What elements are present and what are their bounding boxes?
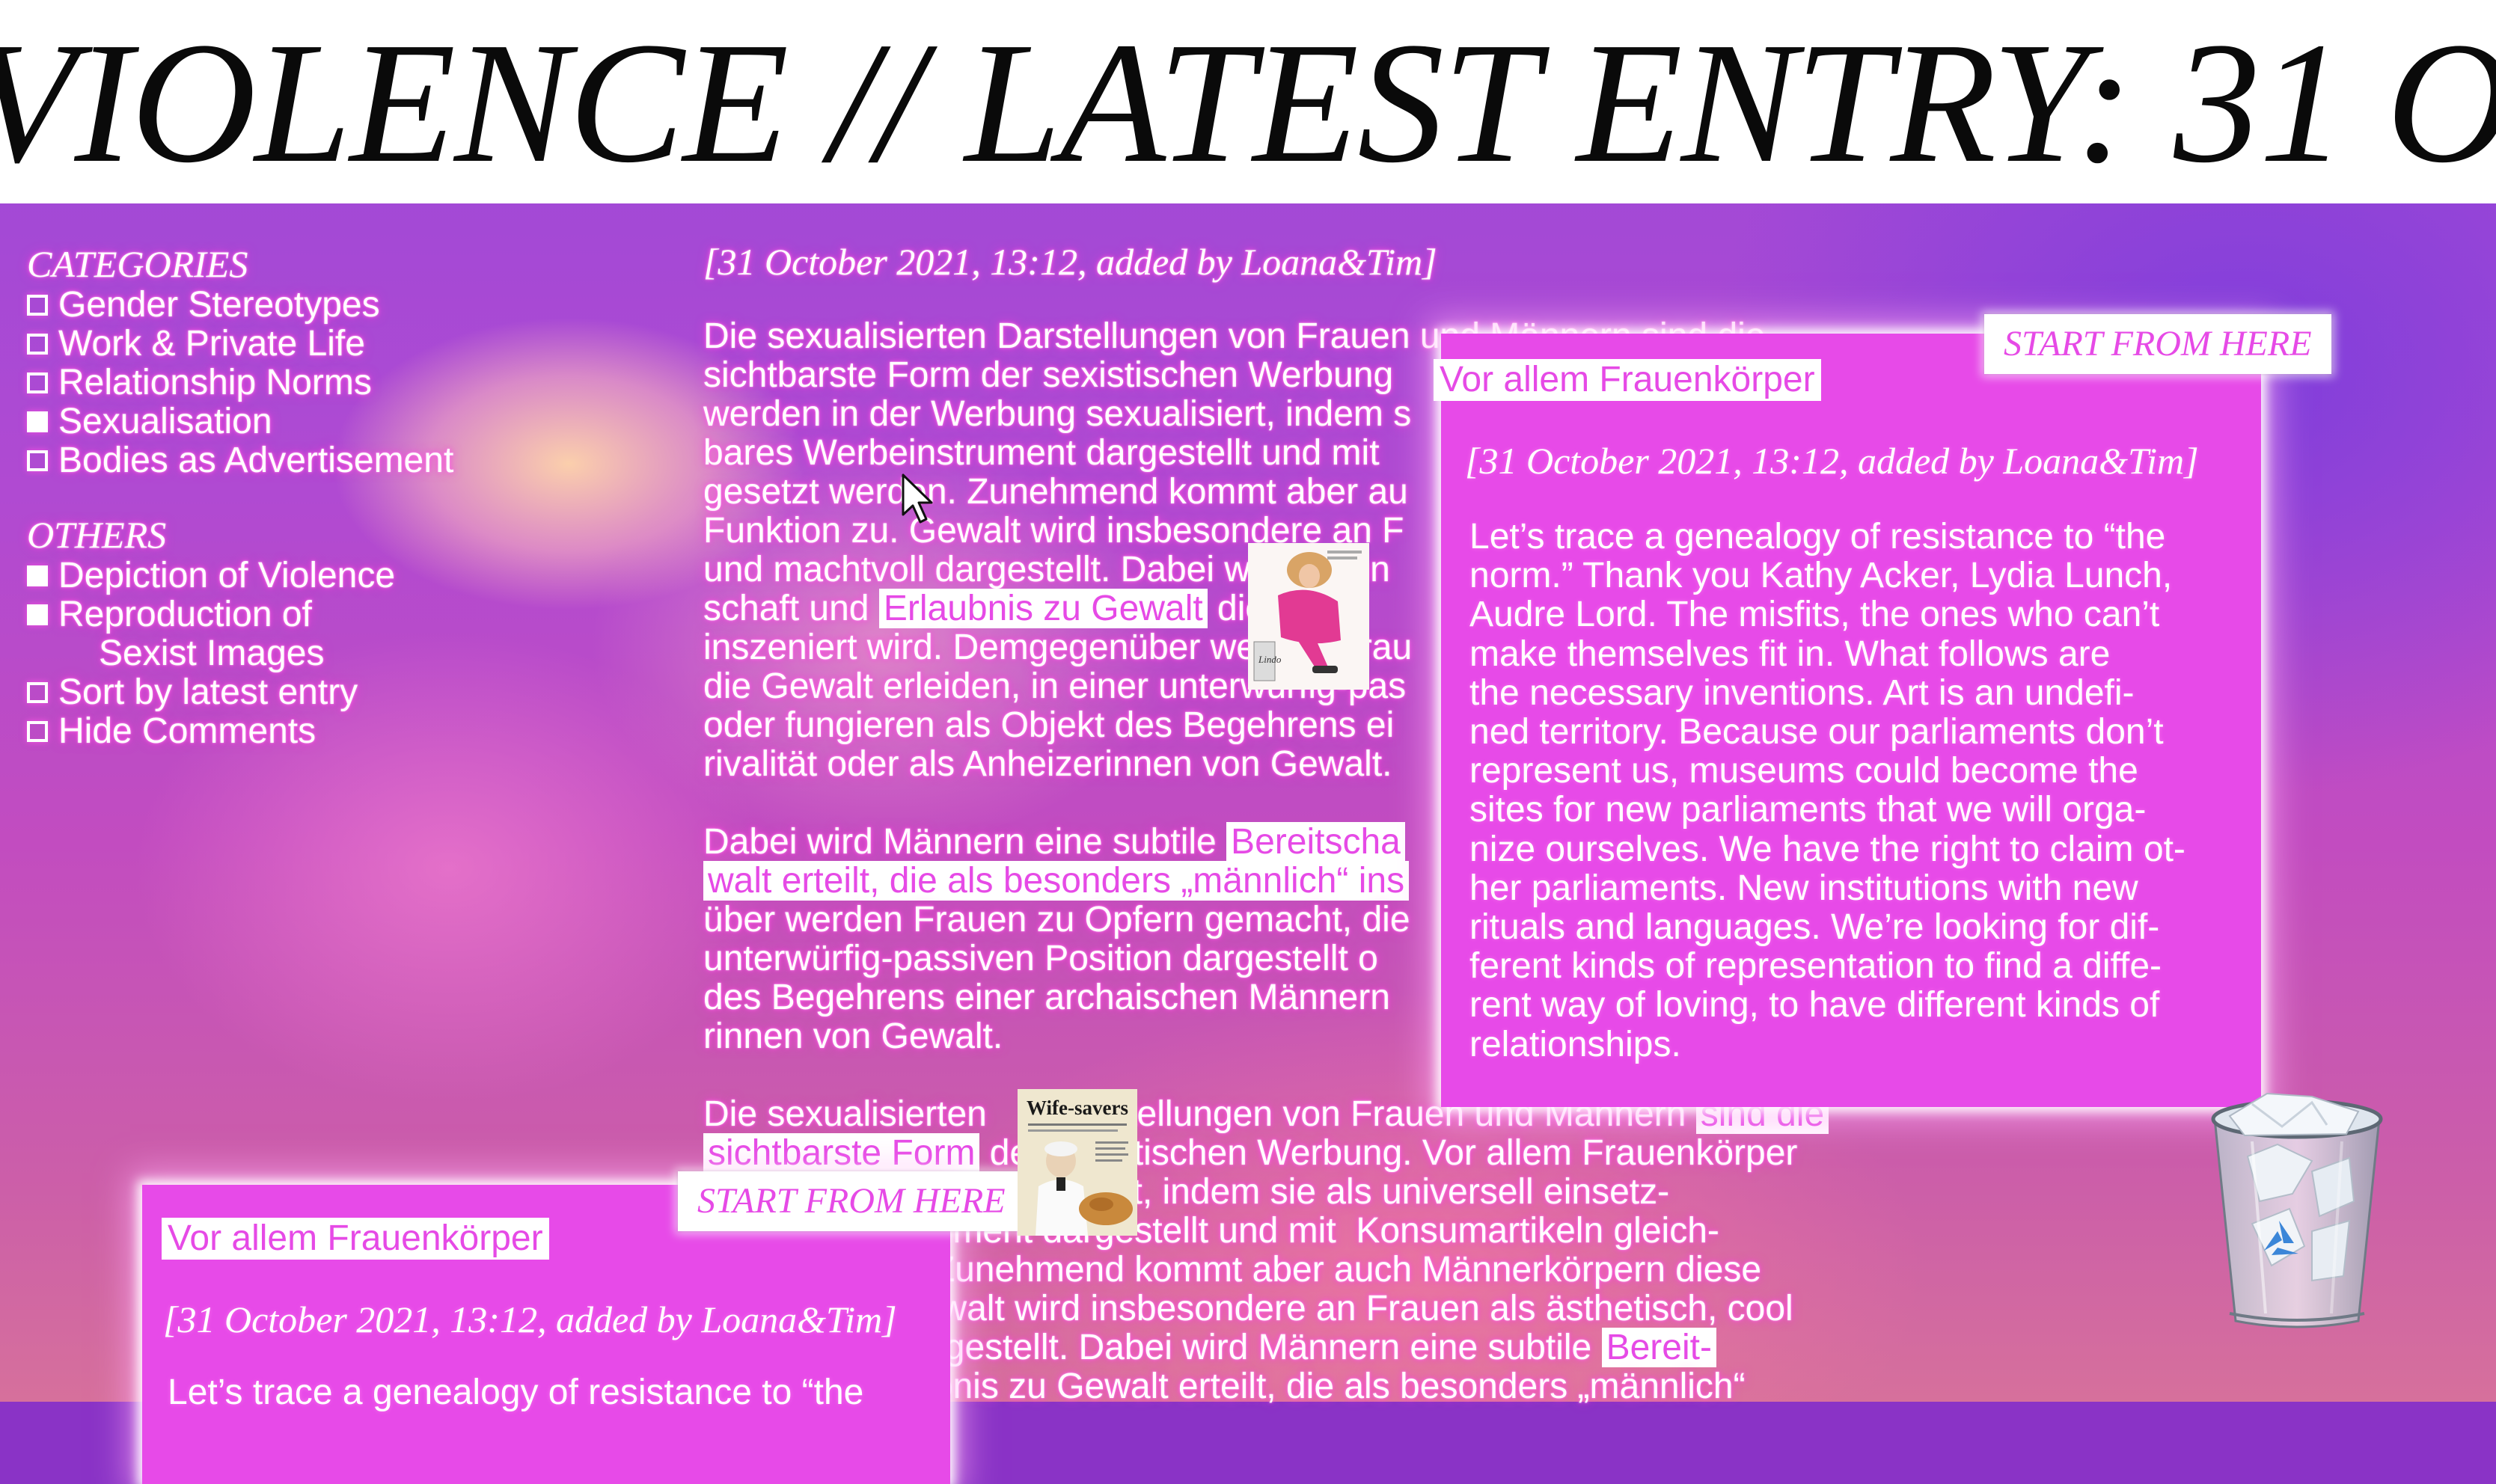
checkbox-checked-icon[interactable] bbox=[27, 604, 48, 625]
mouse-pointer-icon bbox=[901, 473, 934, 525]
highlight-link[interactable]: walt erteilt, die als besonders „männlic… bbox=[703, 861, 1410, 901]
card-meta: [31 October 2021, 13:12, added by Loana&… bbox=[1465, 440, 2199, 482]
checkbox-icon[interactable] bbox=[27, 450, 48, 471]
banner-title: VIOLENCE // LATEST ENTRY: 31 OCT 2021 bbox=[0, 7, 2496, 199]
ad-thumbnail-wife-savers[interactable]: Wife-savers bbox=[1018, 1089, 1137, 1236]
card-meta: [31 October 2021, 13:12, added by Loana&… bbox=[163, 1298, 897, 1340]
header-banner: VIOLENCE // LATEST ENTRY: 31 OCT 2021 bbox=[0, 0, 2496, 203]
filter-label: Reproduction of Sexist Images bbox=[58, 595, 324, 673]
text-line: norm.” Thank you Kathy Acker, Lydia Lunc… bbox=[1469, 556, 2173, 596]
checkbox-icon[interactable] bbox=[27, 682, 48, 703]
checkbox-icon[interactable] bbox=[27, 295, 48, 316]
text-line: nize ourselves. We have the right to cla… bbox=[1469, 829, 2185, 869]
recycle-bin-icon[interactable] bbox=[2200, 1089, 2394, 1336]
ad-brand-text: Lindo bbox=[1258, 654, 1282, 665]
filter-label: Work & Private Life bbox=[58, 324, 365, 364]
filter-label: Relationship Norms bbox=[58, 363, 372, 402]
text-line: Let’s trace a genealogy of resistance to… bbox=[168, 1373, 864, 1412]
entry-meta: [31 October 2021, 13:12, added by Loana&… bbox=[703, 241, 1437, 283]
text-fragment: Dabei wird Männern eine subtile bbox=[703, 822, 1227, 862]
cursor-graphic bbox=[902, 473, 933, 524]
start-from-here-button[interactable]: START FROM HERE bbox=[1984, 314, 2331, 374]
card-title: Vor allem Frauenkörper bbox=[162, 1218, 549, 1260]
text-line: Audre Lord. The misfits, the ones who ca… bbox=[1469, 595, 2160, 635]
card-title: Vor allem Frauenkörper bbox=[1434, 359, 1821, 401]
filter-label: Hide Comments bbox=[58, 711, 316, 751]
filter-label: Sort by latest entry bbox=[58, 672, 358, 712]
filter-label: Sexualisation bbox=[58, 402, 272, 441]
text-line: ned territory. Because our parliaments d… bbox=[1469, 712, 2164, 752]
text-fragment: schaft und bbox=[703, 589, 879, 628]
filter-relationship-norms[interactable]: Relationship Norms bbox=[27, 364, 596, 402]
filter-label: Bodies as Advertisement bbox=[58, 441, 454, 480]
ad-thumbnail-pink[interactable]: Lindo bbox=[1248, 543, 1369, 690]
text-line: ferent kinds of representation to find a… bbox=[1469, 946, 2162, 987]
filter-label: Depiction of Violence bbox=[58, 556, 396, 595]
text-line: make themselves fit in. What follows are bbox=[1469, 634, 2111, 674]
checkbox-checked-icon[interactable] bbox=[27, 565, 48, 586]
checkbox-icon[interactable] bbox=[27, 372, 48, 393]
highlight-link[interactable]: Erlaubnis zu Gewalt bbox=[878, 589, 1208, 628]
text-fragment: Die sexualisierten bbox=[703, 1094, 997, 1134]
text-line: sites for new parliaments that we will o… bbox=[1469, 790, 2147, 830]
filter-reproduction-of-sexist-images[interactable]: Reproduction of Sexist Images bbox=[27, 595, 596, 673]
sort-by-latest-entry[interactable]: Sort by latest entry bbox=[27, 673, 596, 712]
text-line: Let’s trace a genealogy of resistance to… bbox=[1469, 517, 2166, 556]
filter-depiction-of-violence[interactable]: Depiction of Violence bbox=[27, 556, 596, 595]
filter-label: Gender Stereotypes bbox=[58, 285, 380, 325]
others-title: OTHERS bbox=[27, 514, 167, 556]
card-body: Let’s trace a genealogy of resistance to… bbox=[168, 1373, 863, 1412]
start-from-here-button[interactable]: START FROM HERE bbox=[678, 1171, 1025, 1231]
highlight-link[interactable]: Bereit- bbox=[1601, 1328, 1716, 1367]
text-line: represent us, museums could become the bbox=[1469, 751, 2138, 791]
text-line: her parliaments. New institutions with n… bbox=[1469, 868, 2138, 908]
checkbox-icon[interactable] bbox=[27, 334, 48, 355]
text-line: rituals and languages. We’re looking for… bbox=[1469, 907, 2160, 948]
highlight-link[interactable]: sichtbarste Form bbox=[703, 1133, 980, 1173]
filter-bodies-as-advertisement[interactable]: Bodies as Advertisement bbox=[27, 441, 596, 480]
filter-label-line1: Reproduction of bbox=[58, 595, 312, 634]
ad-image: Wife-savers bbox=[1018, 1089, 1137, 1236]
text-line: rent way of loving, to have different ki… bbox=[1469, 985, 2160, 1025]
filter-sidebar: CATEGORIES Gender Stereotypes Work & Pri… bbox=[27, 242, 596, 751]
card-body: Let’s trace a genealogy of resistance to… bbox=[1469, 517, 2185, 1064]
text-line: relationships. bbox=[1469, 1024, 1681, 1064]
text-line: sichtbarste Form der sexistischen Werbun… bbox=[703, 1133, 1930, 1173]
filter-gender-stereotypes[interactable]: Gender Stereotypes bbox=[27, 286, 596, 325]
filter-sexualisation[interactable]: Sexualisation bbox=[27, 402, 596, 441]
checkbox-checked-icon[interactable] bbox=[27, 411, 48, 432]
hide-comments[interactable]: Hide Comments bbox=[27, 712, 596, 751]
highlight-link[interactable]: Bereitscha bbox=[1226, 822, 1405, 862]
text-line: the necessary inventions. Art is an unde… bbox=[1469, 672, 2135, 713]
comment-card-right[interactable]: Vor allem Frauenkörper [31 October 2021,… bbox=[1434, 334, 2261, 1107]
trash-graphic bbox=[2211, 1092, 2383, 1328]
checkbox-icon[interactable] bbox=[27, 721, 48, 742]
ad-headline-text: Wife-savers bbox=[1027, 1097, 1128, 1119]
filter-work-private-life[interactable]: Work & Private Life bbox=[27, 325, 596, 364]
ad-image: Lindo bbox=[1248, 543, 1369, 690]
filter-label-line2: Sexist Images bbox=[99, 634, 325, 673]
categories-title: CATEGORIES bbox=[27, 243, 248, 285]
